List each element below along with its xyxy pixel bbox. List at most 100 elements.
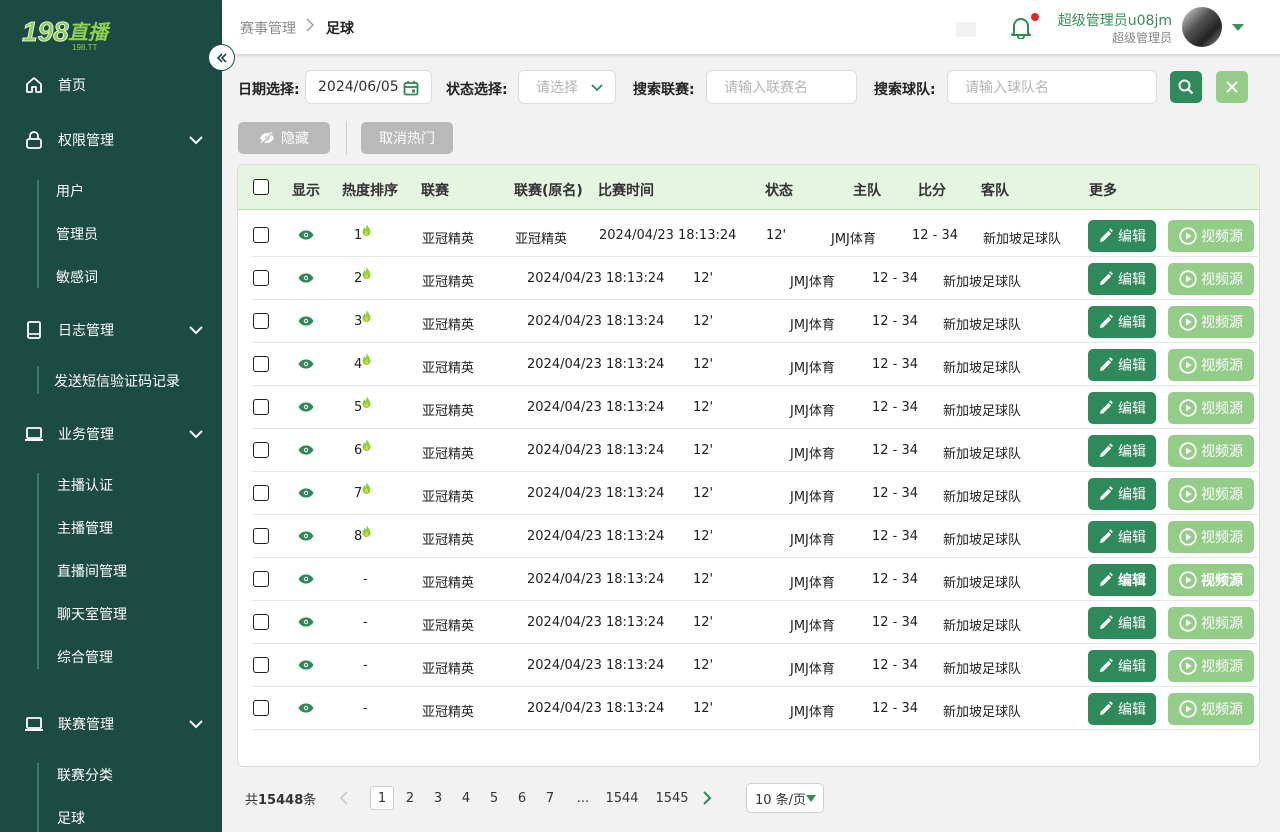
video-source-button[interactable]: 视频源 [1168,306,1254,338]
nav-home-label: 首页 [58,78,86,94]
nav-league[interactable]: 联赛管理 [24,711,206,737]
date-picker[interactable]: 2024/06/05 [305,70,432,104]
video-source-button[interactable]: 视频源 [1168,478,1254,510]
video-source-button[interactable]: 视频源 [1168,349,1254,381]
edit-button[interactable]: 编辑 [1088,478,1156,510]
edit-button[interactable]: 编辑 [1088,220,1156,252]
video-source-button[interactable]: 视频源 [1168,220,1254,252]
edit-button[interactable]: 编辑 [1088,564,1156,596]
video-source-button[interactable]: 视频源 [1168,650,1254,682]
page-number[interactable]: 4 [454,786,478,810]
video-source-button[interactable]: 视频源 [1168,435,1254,467]
row-checkbox[interactable] [253,528,269,544]
sidebar-item-anchor-verify[interactable]: 主播认证 [57,475,113,495]
edit-button[interactable]: 编辑 [1088,263,1156,295]
row-checkbox[interactable] [253,485,269,501]
user-dropdown-caret-icon[interactable] [1232,24,1244,31]
breadcrumb-parent[interactable]: 赛事管理 [240,18,296,38]
bell-icon[interactable] [1010,15,1032,39]
sidebar-item-football[interactable]: 足球 [57,808,85,828]
page-ellipsis[interactable]: ... [571,786,595,810]
video-source-button[interactable]: 视频源 [1168,263,1254,295]
nav-permission[interactable]: 权限管理 [24,127,206,153]
sidebar-item-admins[interactable]: 管理员 [56,224,98,244]
eye-icon[interactable] [298,359,314,369]
page-number[interactable]: 7 [538,786,562,810]
sidebar-item-sensitive-words[interactable]: 敏感词 [56,267,98,287]
eye-icon[interactable] [298,660,314,670]
edit-button[interactable]: 编辑 [1088,392,1156,424]
eye-icon[interactable] [298,316,314,326]
page-size-select[interactable]: 10 条/页 [746,783,824,813]
nav-log[interactable]: 日志管理 [24,317,206,343]
row-checkbox[interactable] [253,657,269,673]
match-time: 18:13:24 [606,658,665,673]
row-checkbox[interactable] [253,571,269,587]
table-row: 8 亚冠精英 2024/04/23 18:13:24 12' JMJ体育 12 - 34 新加… [252,515,1258,558]
cancel-hot-button[interactable]: 取消热门 [361,122,453,154]
page-number[interactable]: 2 [398,786,422,810]
row-checkbox[interactable] [253,227,269,243]
status-select[interactable]: 请选择 [518,70,616,104]
row-checkbox[interactable] [253,399,269,415]
video-source-button[interactable]: 视频源 [1168,607,1254,639]
league-search-input[interactable]: 请输入联赛名 [706,70,857,104]
nav-business[interactable]: 业务管理 [24,421,206,447]
match-status: 12' [693,486,714,501]
video-source-button[interactable]: 视频源 [1168,564,1254,596]
row-checkbox[interactable] [253,442,269,458]
sidebar-item-anchor-manage[interactable]: 主播管理 [57,518,113,538]
collapse-sidebar-button[interactable] [208,44,235,71]
eye-icon[interactable] [298,445,314,455]
avatar[interactable] [1182,7,1222,47]
edit-button[interactable]: 编辑 [1088,349,1156,381]
row-checkbox[interactable] [253,270,269,286]
page-number[interactable]: 1 [370,786,394,810]
eye-icon[interactable] [298,703,314,713]
eye-icon[interactable] [298,531,314,541]
edit-button[interactable]: 编辑 [1088,650,1156,682]
prev-page-icon[interactable] [339,791,349,805]
eye-icon[interactable] [298,230,314,240]
video-source-button[interactable]: 视频源 [1168,521,1254,553]
hide-button[interactable]: 隐藏 [238,122,330,154]
edit-button[interactable]: 编辑 [1088,306,1156,338]
row-checkbox[interactable] [253,700,269,716]
row-checkbox[interactable] [253,614,269,630]
page-number[interactable]: 6 [510,786,534,810]
column-header: 状态 [765,183,793,199]
sidebar-item-sms-log[interactable]: 发送短信验证码记录 [54,371,180,391]
page-number[interactable]: 3 [426,786,450,810]
sidebar-item-users[interactable]: 用户 [56,181,84,201]
edit-button[interactable]: 编辑 [1088,521,1156,553]
video-source-button[interactable]: 视频源 [1168,392,1254,424]
edit-button[interactable]: 编辑 [1088,435,1156,467]
select-all-checkbox[interactable] [253,179,269,195]
eye-icon[interactable] [298,273,314,283]
eye-icon[interactable] [298,574,314,584]
row-checkbox[interactable] [253,313,269,329]
sidebar-item-live-rooms[interactable]: 直播间管理 [57,561,127,581]
edit-button[interactable]: 编辑 [1088,607,1156,639]
sidebar-item-general[interactable]: 综合管理 [57,647,113,667]
team-search-input[interactable]: 请输入球队名 [947,70,1157,104]
league-name: 亚冠精英 [422,318,475,333]
column-header: 比分 [918,183,946,199]
column-header[interactable]: 热度排序 [342,180,398,200]
nav-home[interactable]: 首页 [24,72,206,98]
eye-icon[interactable] [298,402,314,412]
next-page-icon[interactable] [702,791,712,805]
video-source-button[interactable]: 视频源 [1168,693,1254,725]
page-number[interactable]: 5 [482,786,506,810]
eye-icon[interactable] [298,617,314,627]
user-name[interactable]: 超级管理员u08jm [1058,10,1172,30]
clear-button[interactable] [1216,71,1248,103]
search-button[interactable] [1170,71,1202,103]
row-checkbox[interactable] [253,356,269,372]
edit-button[interactable]: 编辑 [1088,693,1156,725]
sidebar-item-chat-rooms[interactable]: 聊天室管理 [57,604,127,624]
page-number[interactable]: 1545 [655,786,689,810]
sidebar-item-league-category[interactable]: 联赛分类 [57,765,113,785]
eye-icon[interactable] [298,488,314,498]
page-number[interactable]: 1544 [605,786,639,810]
